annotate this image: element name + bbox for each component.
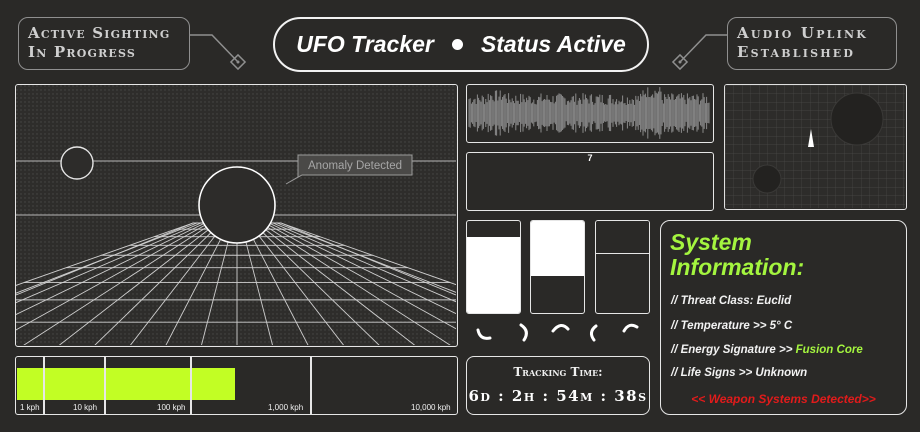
- sighting-status-line2: In Progress: [28, 43, 137, 61]
- audio-waveform: [466, 84, 714, 143]
- level-meter-2-fill: [531, 221, 584, 277]
- system-info-title: System Information:: [670, 230, 804, 280]
- speed-divider: [104, 357, 106, 414]
- app-title-status: Status Active: [480, 31, 626, 57]
- arc-glyph-icon: [476, 323, 639, 342]
- level-meter-1-fill: [467, 236, 520, 313]
- system-info-panel: System Information: // Threat Class: Euc…: [660, 220, 907, 415]
- waveform-graph: [468, 87, 710, 139]
- sighting-status-tag: Active Sighting In Progress: [18, 17, 190, 70]
- anomaly-label: Anomaly Detected: [308, 160, 402, 172]
- perspective-grid: Anomaly Detected: [16, 85, 456, 345]
- speed-label-100: 100 kph: [157, 403, 186, 412]
- level-meter-3: [595, 220, 650, 314]
- temperature: // Temperature >> 5° C: [671, 320, 793, 332]
- tracking-value: 6d : 2h : 54m : 38s: [468, 387, 648, 405]
- weapon-warning: << Weapon Systems Detected>>: [691, 392, 876, 406]
- connector-icon: [671, 34, 728, 71]
- energy-label: // Energy Signature >>: [671, 344, 796, 356]
- level-meter-2: [530, 220, 585, 314]
- system-info-title-line1: System: [670, 229, 752, 255]
- main-scanner-view[interactable]: Anomaly Detected: [15, 84, 458, 347]
- level-meter-3-fill: [596, 221, 649, 255]
- speed-divider: [190, 357, 192, 414]
- threat-class: // Threat Class: Euclid: [671, 295, 792, 307]
- tracking-label: Tracking Time:: [513, 365, 603, 379]
- speed-label-10000: 10,000 kph: [411, 403, 451, 412]
- audio-status-tag: Audio Uplink Established: [727, 17, 897, 70]
- app-title: UFO Tracker Status Active: [273, 17, 649, 72]
- sighting-status-line1: Active Sighting: [28, 24, 171, 42]
- speed-divider: [43, 357, 45, 414]
- life-signs: // Life Signs >> Unknown: [671, 367, 808, 379]
- radar-grid: [725, 85, 905, 208]
- speed-label-1: 1 kph: [20, 403, 40, 412]
- connector-icon: [190, 34, 247, 71]
- audio-status-line1: Audio Uplink: [737, 24, 868, 42]
- status-dot-icon: [451, 39, 463, 50]
- tracking-time: Tracking Time: 6d : 2h : 54m : 38s: [466, 356, 650, 415]
- speed-meter: 1 kph 10 kph 100 kph 1,000 kph 10,000 kp…: [15, 356, 458, 415]
- energy-signature: // Energy Signature >> Fusion Core: [671, 344, 863, 356]
- app-title-name: UFO Tracker: [296, 31, 434, 57]
- audio-status-line2: Established: [737, 43, 856, 61]
- signal-value: 7: [587, 153, 593, 163]
- speed-label-10: 10 kph: [73, 403, 98, 412]
- energy-value: Fusion Core: [795, 344, 863, 356]
- radar-map[interactable]: [724, 84, 907, 210]
- level-meter-1: [466, 220, 521, 314]
- signal-panel: 7: [466, 152, 714, 211]
- speed-divider: [310, 357, 312, 414]
- system-info-title-line2: Information:: [670, 254, 805, 280]
- speed-meter-fill: [17, 368, 235, 400]
- speed-label-1000: 1,000 kph: [268, 403, 304, 412]
